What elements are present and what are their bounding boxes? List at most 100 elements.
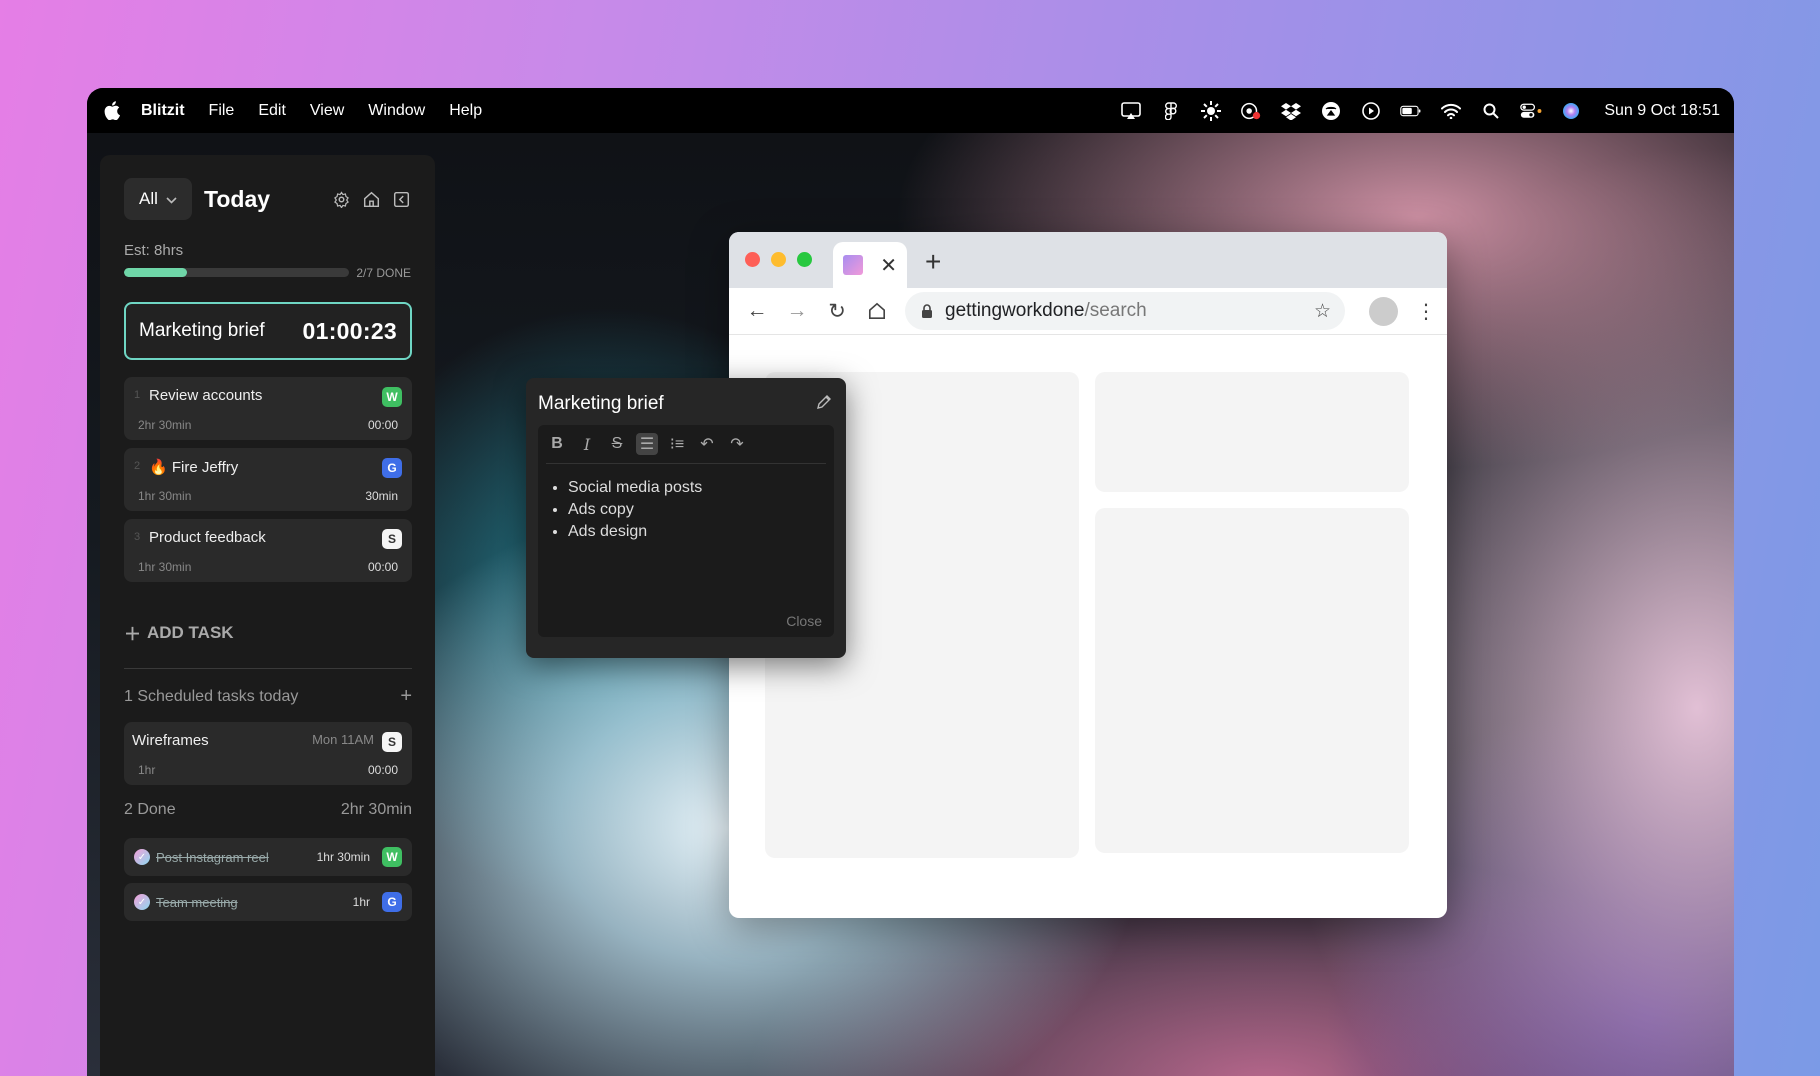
screen-record-icon[interactable]	[1240, 101, 1262, 121]
battery-icon	[1400, 101, 1422, 121]
done-task-card[interactable]: ✓ Post Instagram reel 1hr 30min W	[124, 838, 412, 876]
settings-gear-icon[interactable]	[331, 189, 351, 209]
task-time: 00:00	[367, 763, 398, 777]
back-arrow-icon[interactable]: ←	[739, 293, 775, 329]
notes-popup: Marketing brief B I S ☰ ⁝≡ ↶ ↷ Social me…	[526, 378, 846, 658]
done-task-card[interactable]: ✓ Team meeting 1hr G	[124, 883, 412, 921]
task-card[interactable]: 3 Product feedback S 1hr 30min 00:00	[124, 519, 412, 582]
brightness-icon[interactable]	[1200, 100, 1222, 121]
menu-clock[interactable]: Sun 9 Oct 18:51	[1604, 102, 1720, 120]
check-icon[interactable]: ✓	[134, 849, 150, 865]
control-center-icon[interactable]	[1520, 101, 1542, 121]
google-calendar-badge-icon: G	[382, 458, 402, 478]
progress-fill	[124, 268, 187, 277]
menu-window[interactable]: Window	[368, 102, 425, 120]
url-text: gettingworkdone/search	[945, 300, 1147, 322]
minimize-window-button[interactable]	[771, 252, 786, 267]
task-card[interactable]: 1 Review accounts W 2hr 30min 00:00	[124, 377, 412, 440]
forward-arrow-icon[interactable]: →	[779, 293, 815, 329]
lock-icon	[919, 303, 935, 319]
list-item: Ads design	[568, 521, 702, 543]
profile-avatar[interactable]	[1369, 296, 1398, 326]
menu-view[interactable]: View	[310, 102, 344, 120]
menu-help[interactable]: Help	[449, 102, 482, 120]
task-estimate: 2hr 30min	[138, 418, 192, 432]
task-name: Review accounts	[149, 387, 263, 404]
note-title: Marketing brief	[538, 393, 664, 414]
close-window-button[interactable]	[745, 252, 760, 267]
reload-icon[interactable]: ↻	[819, 293, 855, 329]
sidebar-header: All Today	[124, 178, 411, 220]
add-scheduled-plus-icon[interactable]: +	[400, 685, 412, 708]
menu-file[interactable]: File	[209, 102, 235, 120]
task-estimate: 1hr 30min	[138, 560, 192, 574]
bookmark-star-icon[interactable]: ☆	[1314, 300, 1331, 323]
current-task-card[interactable]: Marketing brief 01:00:23	[124, 302, 412, 360]
add-task-button[interactable]: ＋ ADD TASK	[124, 620, 234, 645]
task-estimate: 1hr 30min	[138, 489, 192, 503]
strikethrough-icon[interactable]: S	[606, 433, 628, 455]
task-name: 🔥 Fire Jeffry	[149, 459, 239, 476]
home-icon[interactable]	[859, 293, 895, 329]
menu-edit[interactable]: Edit	[258, 102, 286, 120]
address-bar[interactable]: gettingworkdone/search ☆	[905, 292, 1345, 330]
bold-icon[interactable]: B	[546, 433, 568, 455]
task-name: Product feedback	[149, 529, 266, 546]
tab-favicon-icon	[843, 255, 863, 275]
collapse-sidebar-icon[interactable]	[391, 189, 411, 209]
divider	[546, 463, 826, 464]
task-time: 00:00	[367, 418, 398, 432]
close-note-button[interactable]: Close	[786, 613, 822, 629]
content-placeholder	[1095, 372, 1409, 492]
list-item: Ads copy	[568, 499, 702, 521]
scheduled-title: 1 Scheduled tasks today	[124, 687, 299, 705]
estimate-label: Est: 8hrs	[124, 242, 184, 259]
filter-dropdown[interactable]: All	[124, 178, 192, 220]
done-title: 2 Done	[124, 801, 176, 818]
progress-text: 2/7 DONE	[356, 266, 411, 280]
note-editor[interactable]: B I S ☰ ⁝≡ ↶ ↷ Social media posts Ads co…	[538, 425, 834, 637]
close-tab-icon[interactable]: ✕	[880, 253, 897, 278]
apple-icon[interactable]	[103, 101, 121, 121]
scheduled-task-card[interactable]: Wireframes Mon 11AM S 1hr 00:00	[124, 722, 412, 785]
airplay-icon[interactable]	[1320, 101, 1342, 121]
menu-bar: Blitzit File Edit View Window Help Sun 9…	[87, 88, 1734, 133]
dropbox-icon[interactable]	[1280, 101, 1302, 121]
spotlight-search-icon[interactable]	[1480, 101, 1502, 121]
divider	[124, 668, 412, 669]
italic-icon[interactable]: I	[576, 433, 598, 455]
more-options-kebab-icon[interactable]: ⋮	[1416, 299, 1436, 324]
done-task-time: 1hr 30min	[316, 850, 370, 864]
redo-icon[interactable]: ↷	[726, 433, 748, 455]
task-number: 3	[134, 531, 141, 543]
slack-badge-icon: S	[382, 732, 402, 752]
browser-tab-bar: ✕ +	[729, 232, 1447, 288]
figma-icon[interactable]	[1160, 101, 1182, 121]
undo-icon[interactable]: ↶	[696, 433, 718, 455]
screen-mirror-icon[interactable]	[1120, 101, 1142, 121]
browser-toolbar: ← → ↻ gettingworkdone/search ☆ ⋮	[729, 288, 1447, 335]
done-header: 2 Done 2hr 30min	[124, 801, 412, 819]
browser-tab[interactable]: ✕	[833, 242, 907, 288]
task-time: 00:00	[367, 560, 398, 574]
menu-app-name[interactable]: Blitzit	[141, 102, 185, 120]
play-icon[interactable]	[1360, 101, 1382, 121]
check-icon[interactable]: ✓	[134, 894, 150, 910]
current-task-timer: 01:00:23	[302, 317, 397, 344]
task-card[interactable]: 2 🔥 Fire Jeffry G 1hr 30min 30min	[124, 448, 412, 511]
add-task-label: ADD TASK	[147, 622, 234, 642]
numbered-list-icon[interactable]: ⁝≡	[666, 433, 688, 455]
chevron-down-icon	[166, 189, 177, 209]
siri-icon[interactable]	[1560, 101, 1582, 121]
current-task-name: Marketing brief	[139, 320, 265, 341]
bullet-list-icon[interactable]: ☰	[636, 433, 658, 455]
pencil-edit-icon[interactable]	[816, 394, 834, 412]
home-icon[interactable]	[361, 189, 381, 209]
blitzit-sidebar: All Today Est: 8hrs 2/7 DONE Marketing b…	[100, 155, 435, 1076]
zoom-window-button[interactable]	[797, 252, 812, 267]
note-bullet-list: Social media posts Ads copy Ads design	[568, 477, 702, 543]
new-tab-plus-icon[interactable]: +	[925, 246, 941, 278]
task-number: 1	[134, 389, 141, 401]
wifi-icon[interactable]	[1440, 101, 1462, 121]
task-time: 30min	[365, 489, 398, 503]
